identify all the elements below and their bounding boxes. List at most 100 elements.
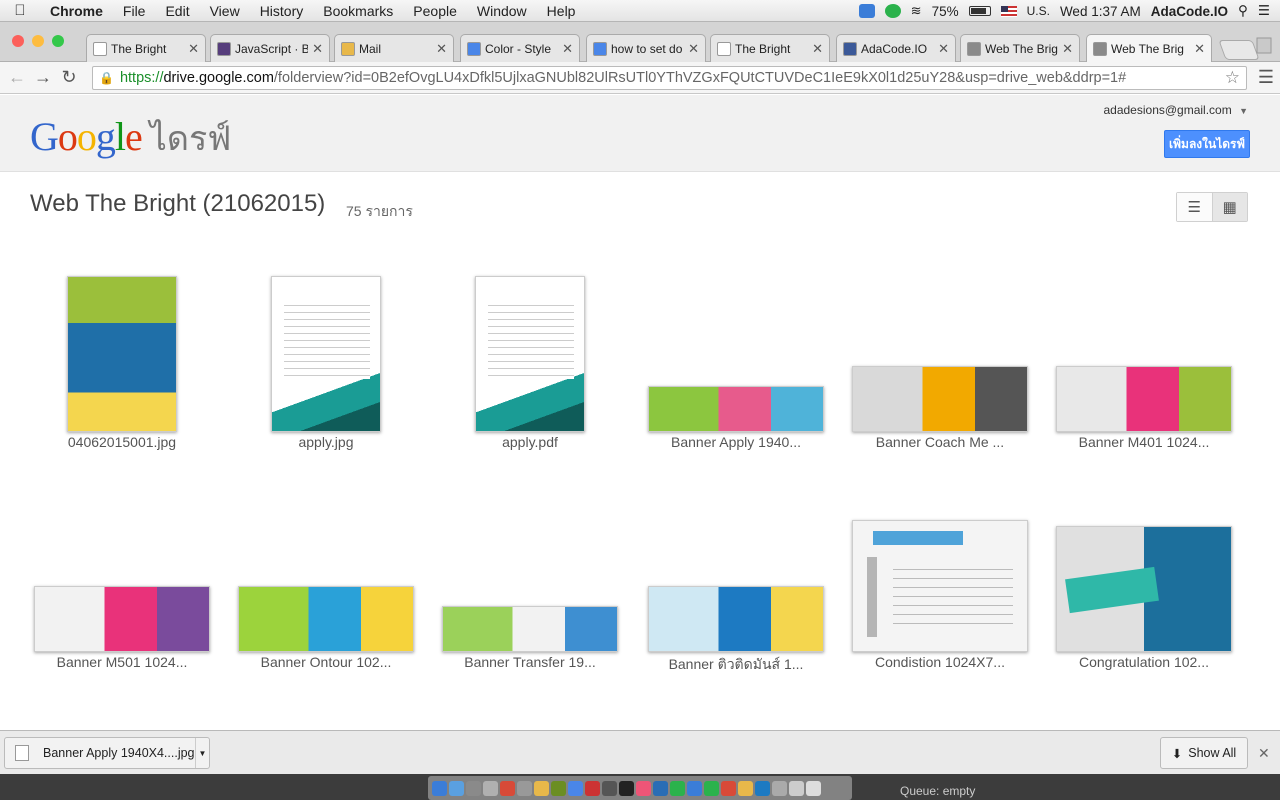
dock-app-icon[interactable] <box>534 780 549 796</box>
file-item[interactable]: Banner ติวติดมันส์ 1... <box>638 480 834 680</box>
file-thumbnail[interactable] <box>432 480 628 652</box>
dock-app-icon[interactable] <box>517 780 532 796</box>
file-name[interactable]: Banner M501 1024... <box>24 654 220 670</box>
file-name[interactable]: Banner Coach Me ... <box>842 434 1038 450</box>
file-thumbnail[interactable] <box>24 260 220 432</box>
profile-icon[interactable] <box>1256 36 1272 54</box>
user-name[interactable]: AdaCode.IO <box>1151 4 1228 19</box>
menu-window[interactable]: Window <box>467 3 537 19</box>
close-tab-icon[interactable]: ✕ <box>688 41 699 57</box>
file-item[interactable]: Banner Coach Me ... <box>842 260 1038 460</box>
dock-app-icon[interactable] <box>466 780 481 796</box>
file-item[interactable]: apply.jpg <box>228 260 424 460</box>
close-tab-icon[interactable]: ✕ <box>1062 41 1073 57</box>
browser-tab[interactable]: Web The Brig ✕ <box>1086 34 1212 63</box>
dock-app-icon[interactable] <box>585 780 600 796</box>
file-name[interactable]: Banner M401 1024... <box>1046 434 1242 450</box>
file-name[interactable]: Banner Transfer 19... <box>432 654 628 670</box>
apple-icon[interactable]:  <box>0 2 40 19</box>
file-thumbnail[interactable] <box>228 260 424 432</box>
file-thumbnail[interactable] <box>638 480 834 652</box>
spotlight-icon[interactable]: ⚲ <box>1238 3 1248 19</box>
menu-app-name[interactable]: Chrome <box>40 3 113 19</box>
google-drive-logo[interactable]: Google ไดรฟ์ <box>30 111 231 165</box>
close-tab-icon[interactable]: ✕ <box>812 41 823 57</box>
file-name[interactable]: Congratulation 102... <box>1046 654 1242 670</box>
dock-app-icon[interactable] <box>789 780 804 796</box>
close-tab-icon[interactable]: ✕ <box>562 41 573 57</box>
close-tab-icon[interactable]: ✕ <box>312 41 323 57</box>
dock-app-icon[interactable] <box>602 780 617 796</box>
file-thumbnail[interactable] <box>638 260 834 432</box>
file-item[interactable]: Banner M401 1024... <box>1046 260 1242 460</box>
dock-app-icon[interactable] <box>806 780 821 796</box>
back-icon[interactable]: ← <box>4 67 30 88</box>
close-download-bar-icon[interactable]: ✕ <box>1258 745 1270 762</box>
file-name[interactable]: apply.pdf <box>432 434 628 450</box>
browser-tab[interactable]: JavaScript · B ✕ <box>210 34 330 62</box>
zoom-window-button[interactable] <box>52 35 64 47</box>
file-item[interactable]: apply.pdf <box>432 260 628 460</box>
file-name[interactable]: apply.jpg <box>228 434 424 450</box>
file-thumbnail[interactable] <box>1046 260 1242 432</box>
menu-edit[interactable]: Edit <box>155 3 199 19</box>
input-source[interactable]: U.S. <box>1027 4 1050 18</box>
menu-view[interactable]: View <box>200 3 250 19</box>
dock-app-icon[interactable] <box>687 780 702 796</box>
dock-app-icon[interactable] <box>721 780 736 796</box>
add-to-drive-button[interactable]: เพิ่มลงในไดรฟ์ <box>1164 130 1250 158</box>
notification-center-icon[interactable]: ☰ <box>1258 3 1270 19</box>
close-tab-icon[interactable]: ✕ <box>188 41 199 57</box>
close-tab-icon[interactable]: ✕ <box>436 41 447 57</box>
dock-app-icon[interactable] <box>704 780 719 796</box>
list-view-icon[interactable]: ☰ <box>1177 193 1212 221</box>
chrome-menu-icon[interactable]: ☰ <box>1258 67 1274 88</box>
menu-file[interactable]: File <box>113 3 156 19</box>
download-item[interactable]: Banner Apply 1940X4....jpg ▼ <box>4 737 210 769</box>
menu-people[interactable]: People <box>403 3 467 19</box>
dock-app-icon[interactable] <box>551 780 566 796</box>
dock-app-icon[interactable] <box>738 780 753 796</box>
browser-tab[interactable]: The Bright ✕ <box>710 34 830 62</box>
file-thumbnail[interactable] <box>228 480 424 652</box>
browser-tab[interactable]: how to set do ✕ <box>586 34 706 62</box>
file-thumbnail[interactable] <box>842 480 1038 652</box>
file-name[interactable]: Banner Ontour 102... <box>228 654 424 670</box>
file-name[interactable]: Banner ติวติดมันส์ 1... <box>638 654 834 676</box>
file-name[interactable]: Condistion 1024X7... <box>842 654 1038 670</box>
skype-icon[interactable] <box>858 4 875 18</box>
close-tab-icon[interactable]: ✕ <box>1194 41 1205 57</box>
new-tab-button[interactable] <box>1218 40 1260 60</box>
file-name[interactable]: 04062015001.jpg <box>24 434 220 450</box>
browser-tab[interactable]: Mail ✕ <box>334 34 454 62</box>
download-menu-caret-icon[interactable]: ▼ <box>195 738 209 768</box>
file-item[interactable]: Congratulation 102... <box>1046 480 1242 680</box>
lock-icon[interactable]: 🔒 <box>99 71 114 85</box>
battery-icon[interactable] <box>968 6 991 16</box>
line-icon[interactable] <box>884 4 901 18</box>
dock-app-icon[interactable] <box>755 780 770 796</box>
address-bar[interactable]: 🔒 https:// drive.google.com /folderview?… <box>92 66 1247 90</box>
grid-view-icon[interactable]: ▦ <box>1211 193 1247 221</box>
file-thumbnail[interactable] <box>432 260 628 432</box>
file-item[interactable]: Banner Ontour 102... <box>228 480 424 680</box>
file-item[interactable]: Banner Apply 1940... <box>638 260 834 460</box>
wifi-icon[interactable]: ≋ <box>911 3 922 19</box>
battery-level[interactable]: 75% <box>932 4 959 19</box>
file-thumbnail[interactable] <box>842 260 1038 432</box>
us-flag-icon[interactable] <box>1000 5 1017 17</box>
close-window-button[interactable] <box>12 35 24 47</box>
file-thumbnail[interactable] <box>24 480 220 652</box>
file-item[interactable]: Banner Transfer 19... <box>432 480 628 680</box>
bookmark-star-icon[interactable]: ☆ <box>1225 68 1240 88</box>
menu-history[interactable]: History <box>250 3 314 19</box>
dock-app-icon[interactable] <box>670 780 685 796</box>
browser-tab[interactable]: Color - Style ✕ <box>460 34 580 62</box>
dock-app-icon[interactable] <box>432 780 447 796</box>
reload-icon[interactable]: ↻ <box>56 67 82 88</box>
file-item[interactable]: 04062015001.jpg <box>24 260 220 460</box>
dock-app-icon[interactable] <box>636 780 651 796</box>
forward-icon[interactable]: → <box>30 67 56 88</box>
file-item[interactable]: Condistion 1024X7... <box>842 480 1038 680</box>
dock-app-icon[interactable] <box>500 780 515 796</box>
